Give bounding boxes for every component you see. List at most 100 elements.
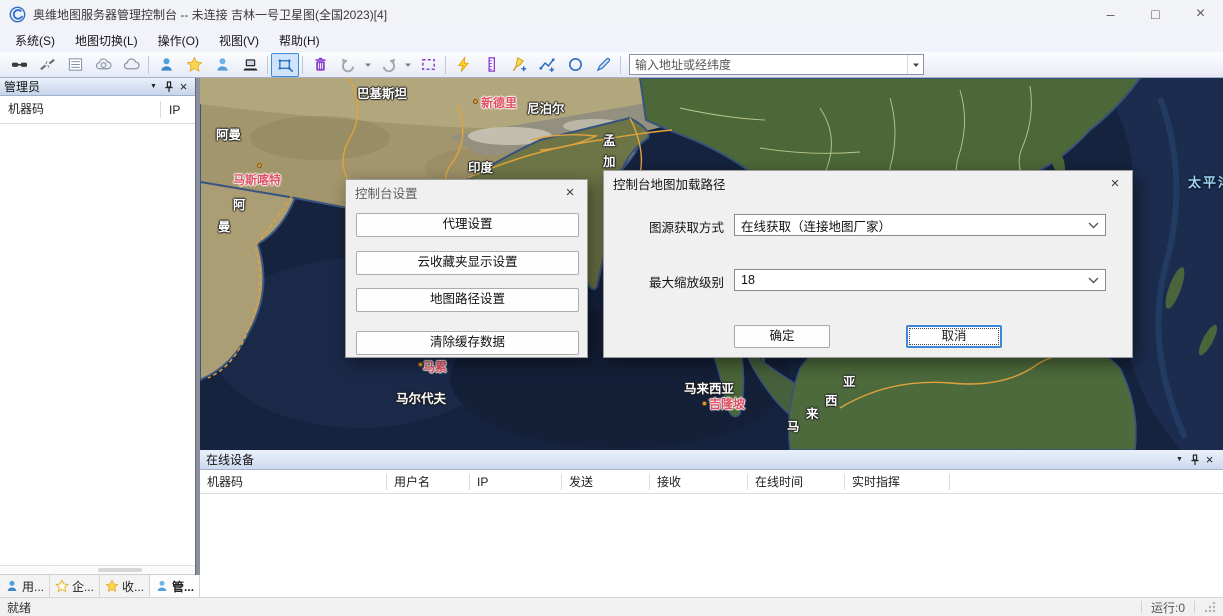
star-favorite-icon[interactable]	[180, 53, 208, 77]
clear-cache-button[interactable]: 清除缓存数据	[356, 331, 579, 355]
cloud-sync-icon[interactable]	[89, 53, 117, 77]
close-button[interactable]: ×	[1178, 0, 1223, 28]
chevron-down-icon	[1088, 218, 1099, 232]
title-bar: 奥维地图服务器管理控制台 -- 未连接 吉林一号卫星图(全国2023)[4] –…	[0, 0, 1223, 28]
add-track-icon[interactable]	[533, 53, 561, 77]
admin-table-header: 机器码 IP	[0, 96, 195, 124]
dialog-close-icon[interactable]: ×	[1107, 175, 1123, 192]
admin-panel: 管理员 ▼ × 机器码 IP 用... 企... 收... 管...	[0, 78, 196, 597]
column-0[interactable]: 机器码	[200, 474, 387, 490]
panel-tab-bar: 用... 企... 收... 管...	[0, 574, 195, 597]
column-4[interactable]: 接收	[650, 474, 748, 490]
user-admin-icon[interactable]	[152, 53, 180, 77]
column-2[interactable]: IP	[470, 474, 562, 490]
tab-enterprise[interactable]: 企...	[50, 575, 100, 597]
search-dropdown-button[interactable]	[907, 55, 923, 74]
toolbar-separator	[267, 56, 268, 74]
redo-caret-icon[interactable]	[402, 53, 414, 77]
maximize-button[interactable]: □	[1133, 0, 1178, 28]
tab-admin[interactable]: 管...	[150, 575, 200, 597]
star-outline-icon	[55, 579, 69, 593]
column-6[interactable]: 实时指挥	[845, 474, 950, 490]
dialog-close-icon[interactable]: ×	[562, 184, 578, 201]
status-bar: 就绪 运行:0	[0, 597, 1223, 616]
map-viewport[interactable]: 巴基斯坦新德里尼泊尔孟加阿曼马斯喀特阿曼印度太平洋马尔代夫马累马来西亚吉隆坡马来…	[200, 78, 1223, 450]
marquee-select-icon[interactable]	[414, 53, 442, 77]
console-settings-dialog: 控制台设置 × 代理设置云收藏夹显示设置地图路径设置清除缓存数据	[345, 179, 588, 358]
column-ip[interactable]: IP	[161, 103, 180, 117]
undo-icon[interactable]	[334, 53, 362, 77]
user-online-icon[interactable]	[208, 53, 236, 77]
map-load-path-dialog: 控制台地图加载路径 × 图源获取方式在线获取（连接地图厂家）最大缩放级别18 确…	[603, 170, 1133, 358]
menu-map-switch[interactable]: 地图切换(L)	[65, 29, 148, 52]
menu-view[interactable]: 视图(V)	[209, 29, 269, 52]
tab-label: 管...	[172, 578, 194, 595]
menubar: 系统(S)地图切换(L)操作(O)视图(V)帮助(H)	[0, 28, 1223, 52]
pin-icon	[1190, 454, 1200, 466]
drag-tool-icon[interactable]	[271, 53, 299, 77]
device-icon[interactable]	[236, 53, 264, 77]
tab-users[interactable]: 用...	[0, 575, 50, 597]
panel-menu-button[interactable]: ▼	[146, 79, 161, 94]
tab-favorites[interactable]: 收...	[100, 575, 150, 597]
column-5[interactable]: 在线时间	[748, 474, 845, 490]
max-zoom-level-combo[interactable]: 18	[734, 269, 1106, 291]
user-online-icon	[155, 579, 169, 593]
delete-icon[interactable]	[306, 53, 334, 77]
column-machine-code[interactable]: 机器码	[0, 101, 161, 118]
panel-menu-button[interactable]: ▼	[1172, 452, 1187, 467]
undo-caret-icon[interactable]	[362, 53, 374, 77]
map-source-mode-combo[interactable]: 在线获取（连接地图厂家）	[734, 214, 1106, 236]
resize-grip-icon[interactable]	[1204, 601, 1216, 613]
online-devices-panel: 在线设备 ▼ × 机器码用户名IP发送接收在线时间实时指挥	[200, 450, 1223, 597]
connect-icon[interactable]	[5, 53, 33, 77]
main-area: 管理员 ▼ × 机器码 IP 用... 企... 收... 管...	[0, 78, 1223, 597]
cloud-favorites-display-button[interactable]: 云收藏夹显示设置	[356, 251, 579, 275]
panel-close-button[interactable]: ×	[176, 79, 191, 94]
map-load-path-titlebar: 控制台地图加载路径 ×	[604, 171, 1132, 195]
tab-label: 企...	[72, 578, 94, 595]
minimize-button[interactable]: –	[1088, 0, 1133, 28]
pin-icon	[164, 81, 174, 93]
address-search-combo	[629, 54, 924, 75]
cloud-icon[interactable]	[117, 53, 145, 77]
draw-pencil-icon[interactable]	[589, 53, 617, 77]
map-path-settings-button[interactable]: 地图路径设置	[356, 288, 579, 312]
disconnect-icon[interactable]	[33, 53, 61, 77]
toolbar-separator	[445, 56, 446, 74]
chevron-down-icon	[912, 61, 920, 69]
combo-value: 18	[741, 273, 1088, 287]
status-running-count: 运行:0	[1151, 599, 1185, 616]
add-placemark-icon[interactable]	[505, 53, 533, 77]
proxy-settings-button[interactable]: 代理设置	[356, 213, 579, 237]
scrollbar-thumb[interactable]	[98, 568, 142, 572]
menu-system[interactable]: 系统(S)	[5, 29, 65, 52]
admin-panel-header: 管理员 ▼ ×	[0, 78, 195, 96]
online-devices-table-body	[200, 494, 1223, 597]
column-3[interactable]: 发送	[562, 474, 650, 490]
horizontal-scrollbar[interactable]	[0, 565, 195, 574]
redo-icon[interactable]	[374, 53, 402, 77]
column-1[interactable]: 用户名	[387, 474, 470, 490]
search-input[interactable]	[630, 58, 907, 72]
menu-operation[interactable]: 操作(O)	[148, 29, 209, 52]
console-settings-titlebar: 控制台设置 ×	[346, 180, 587, 204]
panel-close-button[interactable]: ×	[1202, 452, 1217, 467]
online-devices-header: 在线设备 ▼ ×	[200, 450, 1223, 470]
panel-pin-button[interactable]	[1187, 452, 1202, 467]
star-favorite-icon	[105, 579, 119, 593]
status-ready: 就绪	[7, 599, 31, 616]
menu-help[interactable]: 帮助(H)	[269, 29, 330, 52]
panel-pin-button[interactable]	[161, 79, 176, 94]
measure-ruler-icon[interactable]	[477, 53, 505, 77]
list-icon[interactable]	[61, 53, 89, 77]
quick-locate-icon[interactable]	[449, 53, 477, 77]
ok-button[interactable]: 确定	[734, 325, 830, 348]
tab-label: 用...	[22, 578, 44, 595]
app-logo-icon	[9, 6, 26, 23]
field-label: 图源获取方式	[649, 217, 724, 236]
cancel-button[interactable]: 取消	[906, 325, 1002, 348]
toolbar-separator	[148, 56, 149, 74]
city-dot	[257, 163, 262, 168]
draw-circle-icon[interactable]	[561, 53, 589, 77]
